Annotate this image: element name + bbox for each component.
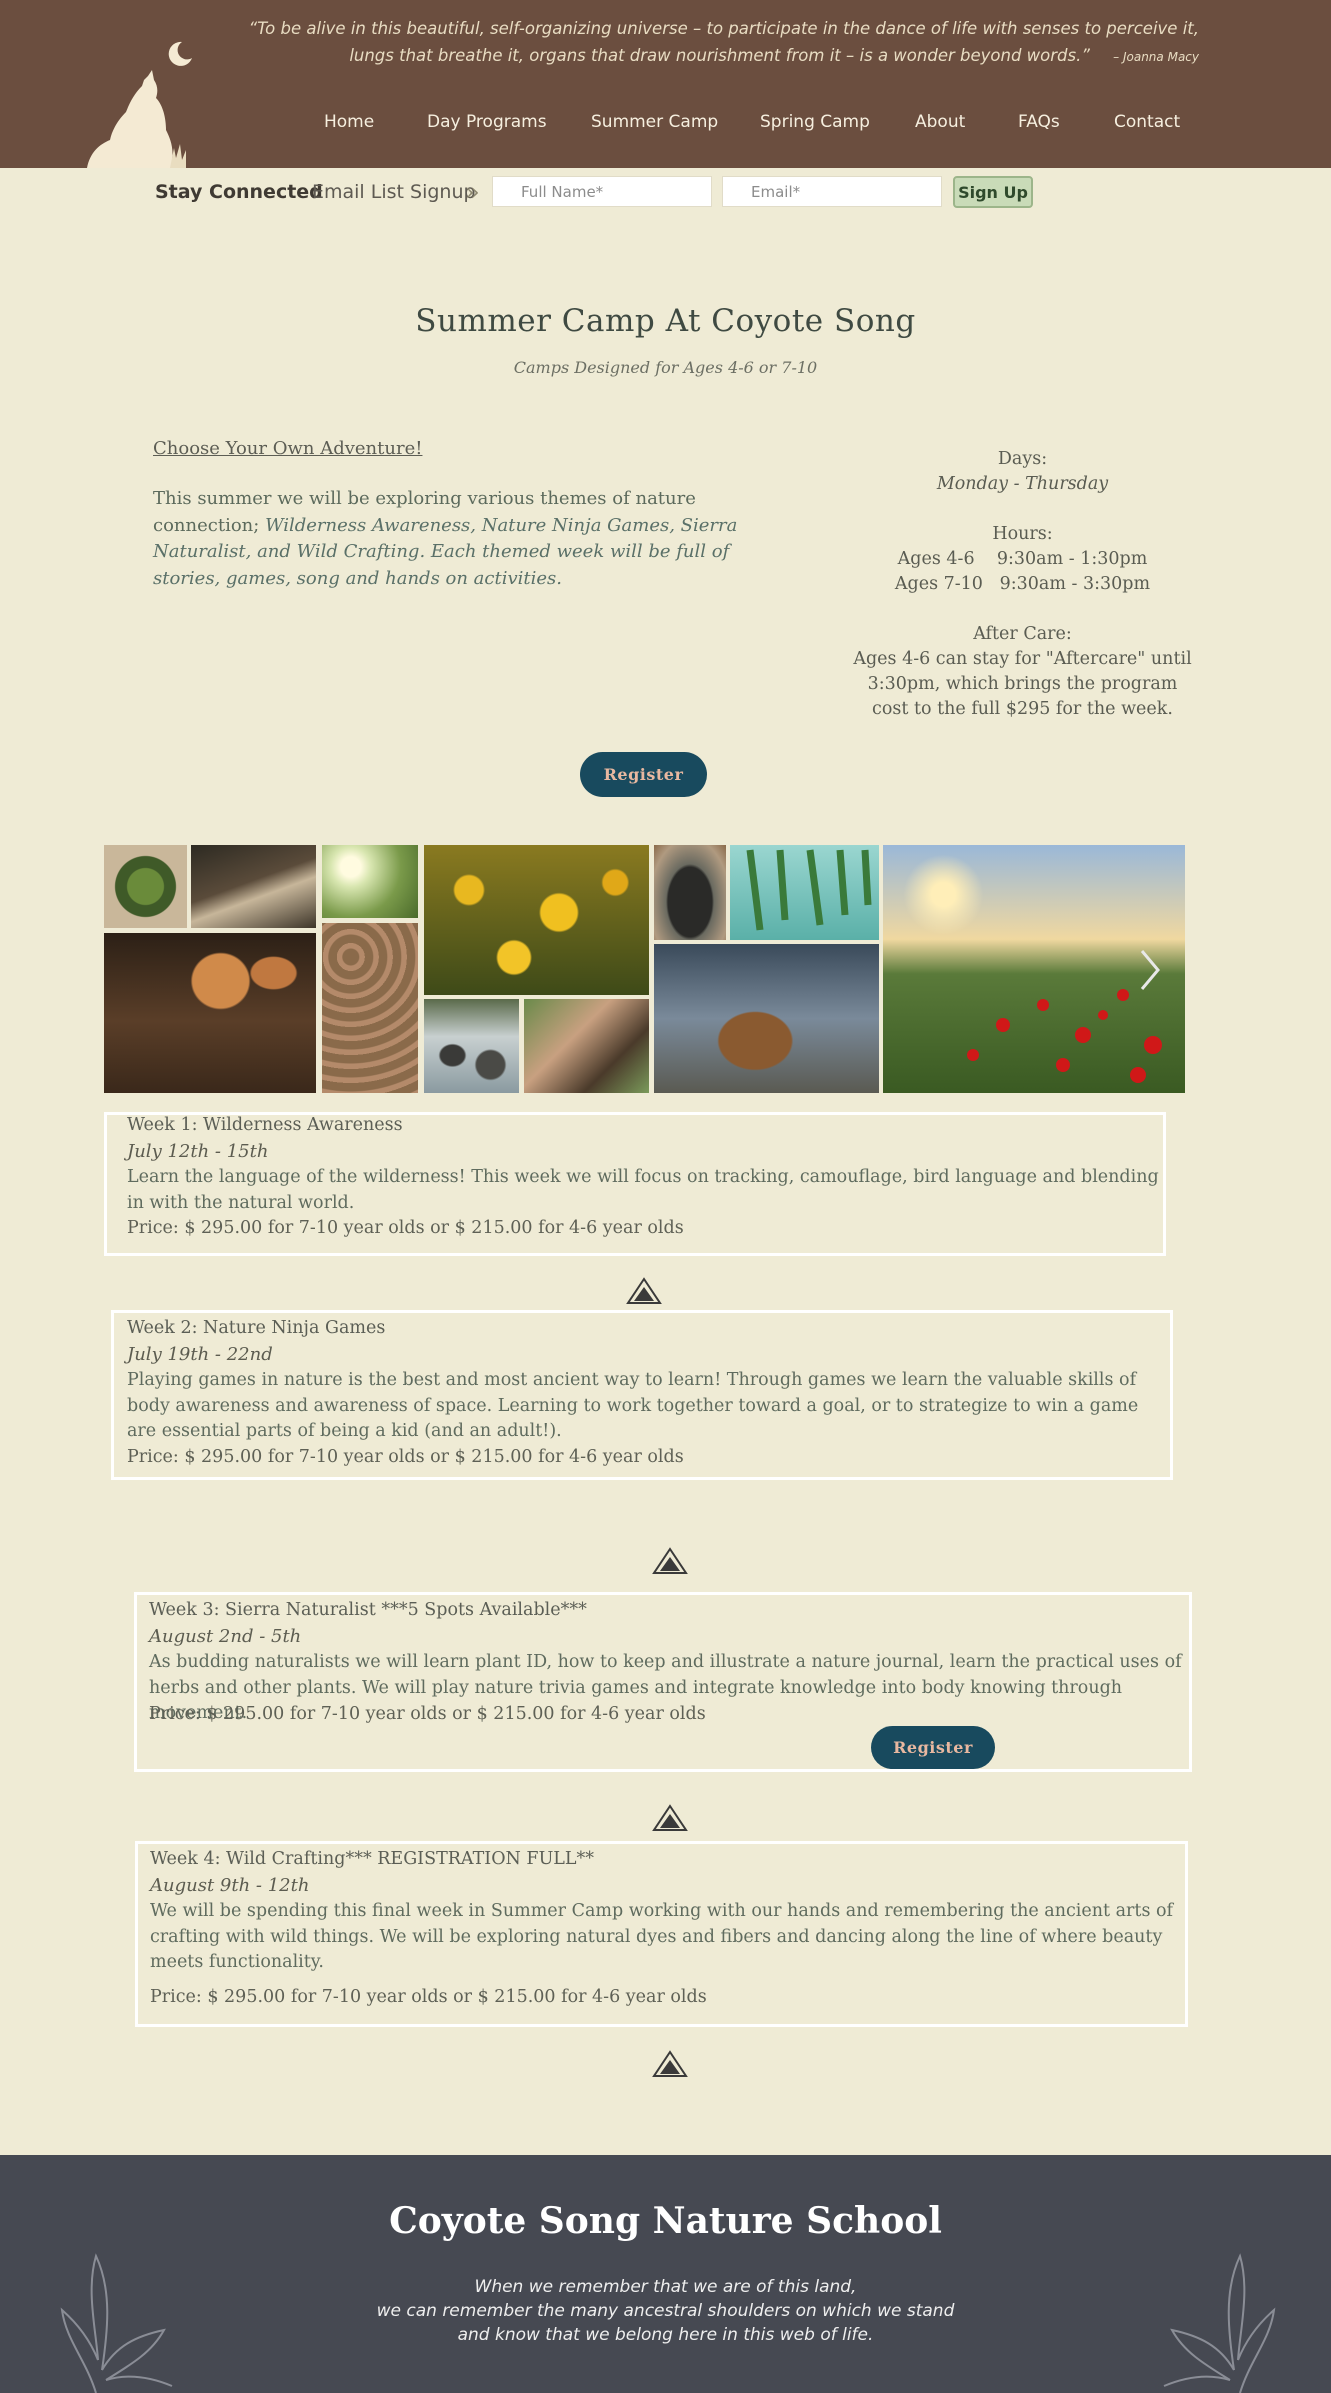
page-title: Summer Camp At Coyote Song	[415, 303, 916, 339]
register-button[interactable]: Register	[580, 752, 707, 797]
nav-day-programs[interactable]: Day Programs	[427, 112, 547, 132]
week-description: We will be spending this final week in S…	[150, 1901, 1174, 1972]
quote-author: – Joanna Macy	[1113, 50, 1199, 64]
gallery-image-drying-herbs[interactable]	[730, 845, 879, 940]
sign-up-button[interactable]: Sign Up	[953, 176, 1033, 208]
main-nav: Home Day Programs Summer Camp Spring Cam…	[0, 112, 1331, 142]
nav-about[interactable]: About	[915, 112, 965, 132]
gallery-image-hawk[interactable]	[191, 845, 316, 928]
gallery-image-mushrooms[interactable]	[104, 933, 316, 1093]
days-label: Days:	[997, 449, 1048, 469]
footer-quote: When we remember that we are of this lan…	[0, 2275, 1331, 2347]
howling-coyote-logo[interactable]	[82, 40, 202, 168]
footer-quote-line: we can remember the many ancestral shoul…	[376, 2301, 955, 2321]
gallery-image-axe-stump[interactable]	[654, 944, 879, 1093]
gallery-image-sunflowers[interactable]	[424, 845, 649, 995]
week-4-card: Week 4: Wild Crafting*** REGISTRATION FU…	[135, 1841, 1188, 2027]
gallery-image-stream-rocks[interactable]	[424, 999, 519, 1093]
footer-quote-line: and know that we belong here in this web…	[457, 2325, 874, 2345]
gallery-image-tree-sun[interactable]	[322, 845, 418, 918]
week-3-register-button[interactable]: Register	[871, 1726, 995, 1769]
herb-bundles-illustration	[746, 849, 872, 931]
gallery-image-mortar-pestle[interactable]	[654, 845, 726, 940]
chevron-right-icon[interactable]	[1134, 945, 1164, 995]
week-description: Playing games in nature is the best and …	[127, 1370, 1139, 1441]
days-value: Monday - Thursday	[936, 474, 1109, 494]
intro-paragraph: This summer we will be exploring various…	[153, 486, 788, 592]
page-subtitle: Camps Designed for Ages 4-6 or 7-10	[513, 358, 818, 377]
mountain-triangle-icon	[626, 1277, 662, 1304]
week-dates: August 2nd - 5th	[149, 1626, 302, 1647]
email-signup-label: Email List Signup	[312, 181, 476, 203]
quote-text: “To be alive in this beautiful, self-org…	[248, 19, 1199, 65]
nav-summer-camp[interactable]: Summer Camp	[591, 112, 718, 132]
gallery-image-herb-bowls[interactable]	[322, 923, 418, 1093]
week-price: Price: $ 295.00 for 7-10 year olds or $ …	[149, 1704, 706, 1724]
week-title: Week 2: Nature Ninja Games	[127, 1318, 386, 1338]
nav-faqs[interactable]: FAQs	[1018, 112, 1060, 132]
nav-contact[interactable]: Contact	[1114, 112, 1180, 132]
week-3-card: Week 3: Sierra Naturalist ***5 Spots Ava…	[134, 1592, 1192, 1772]
schedule-info: Days: Monday - Thursday Hours: Ages 4-6 …	[850, 447, 1195, 722]
week-2-card: Week 2: Nature Ninja Games July 19th - 2…	[111, 1310, 1173, 1480]
mountain-triangle-icon	[652, 1547, 688, 1574]
week-price: Price: $ 295.00 for 7-10 year olds or $ …	[127, 1447, 684, 1467]
stay-connected-heading: Stay Connected	[155, 181, 323, 203]
week-price: Price: $ 295.00 for 7-10 year olds or $ …	[127, 1218, 684, 1238]
adventure-heading: Choose Your Own Adventure!	[153, 438, 423, 459]
nav-spring-camp[interactable]: Spring Camp	[760, 112, 870, 132]
week-title: Week 1: Wilderness Awareness	[127, 1115, 403, 1135]
week-title: Week 4: Wild Crafting*** REGISTRATION FU…	[150, 1849, 595, 1869]
double-chevron-icon: »	[465, 178, 480, 206]
site-header: “To be alive in this beautiful, self-org…	[0, 0, 1331, 168]
week-price: Price: $ 295.00 for 7-10 year olds or $ …	[150, 1987, 707, 2007]
footer-title: Coyote Song Nature School	[389, 2200, 942, 2242]
hours-label: Hours:	[992, 524, 1053, 544]
week-dates: August 9th - 12th	[150, 1875, 310, 1896]
email-signup-bar: Stay Connected Email List Signup » Sign …	[0, 168, 1331, 218]
week-description: Learn the language of the wilderness! Th…	[127, 1167, 1159, 1213]
footer-quote-line: When we remember that we are of this lan…	[474, 2277, 857, 2297]
photo-gallery	[104, 845, 1185, 1093]
gallery-image-mandala[interactable]	[104, 845, 187, 928]
week-dates: July 19th - 22nd	[127, 1344, 273, 1365]
week-title: Week 3: Sierra Naturalist ***5 Spots Ava…	[149, 1600, 587, 1620]
hours-young: Ages 4-6 9:30am - 1:30pm	[897, 549, 1148, 569]
week-dates: July 12th - 15th	[127, 1141, 269, 1162]
mountain-triangle-icon	[652, 2050, 688, 2077]
gallery-image-child-exploring[interactable]	[524, 999, 649, 1093]
mountain-triangle-icon	[652, 1804, 688, 1831]
email-input[interactable]	[722, 176, 942, 207]
nav-home[interactable]: Home	[324, 112, 374, 132]
full-name-input[interactable]	[492, 176, 712, 207]
header-quote: “To be alive in this beautiful, self-org…	[199, 15, 1199, 71]
aftercare-label: After Care:	[973, 624, 1072, 644]
site-footer: Coyote Song Nature School When we rememb…	[0, 2155, 1331, 2393]
aftercare-text: Ages 4-6 can stay for "Aftercare" until …	[853, 649, 1192, 719]
week-1-card: Week 1: Wilderness Awareness July 12th -…	[104, 1112, 1166, 1256]
hours-older: Ages 7-10 9:30am - 3:30pm	[894, 574, 1151, 594]
